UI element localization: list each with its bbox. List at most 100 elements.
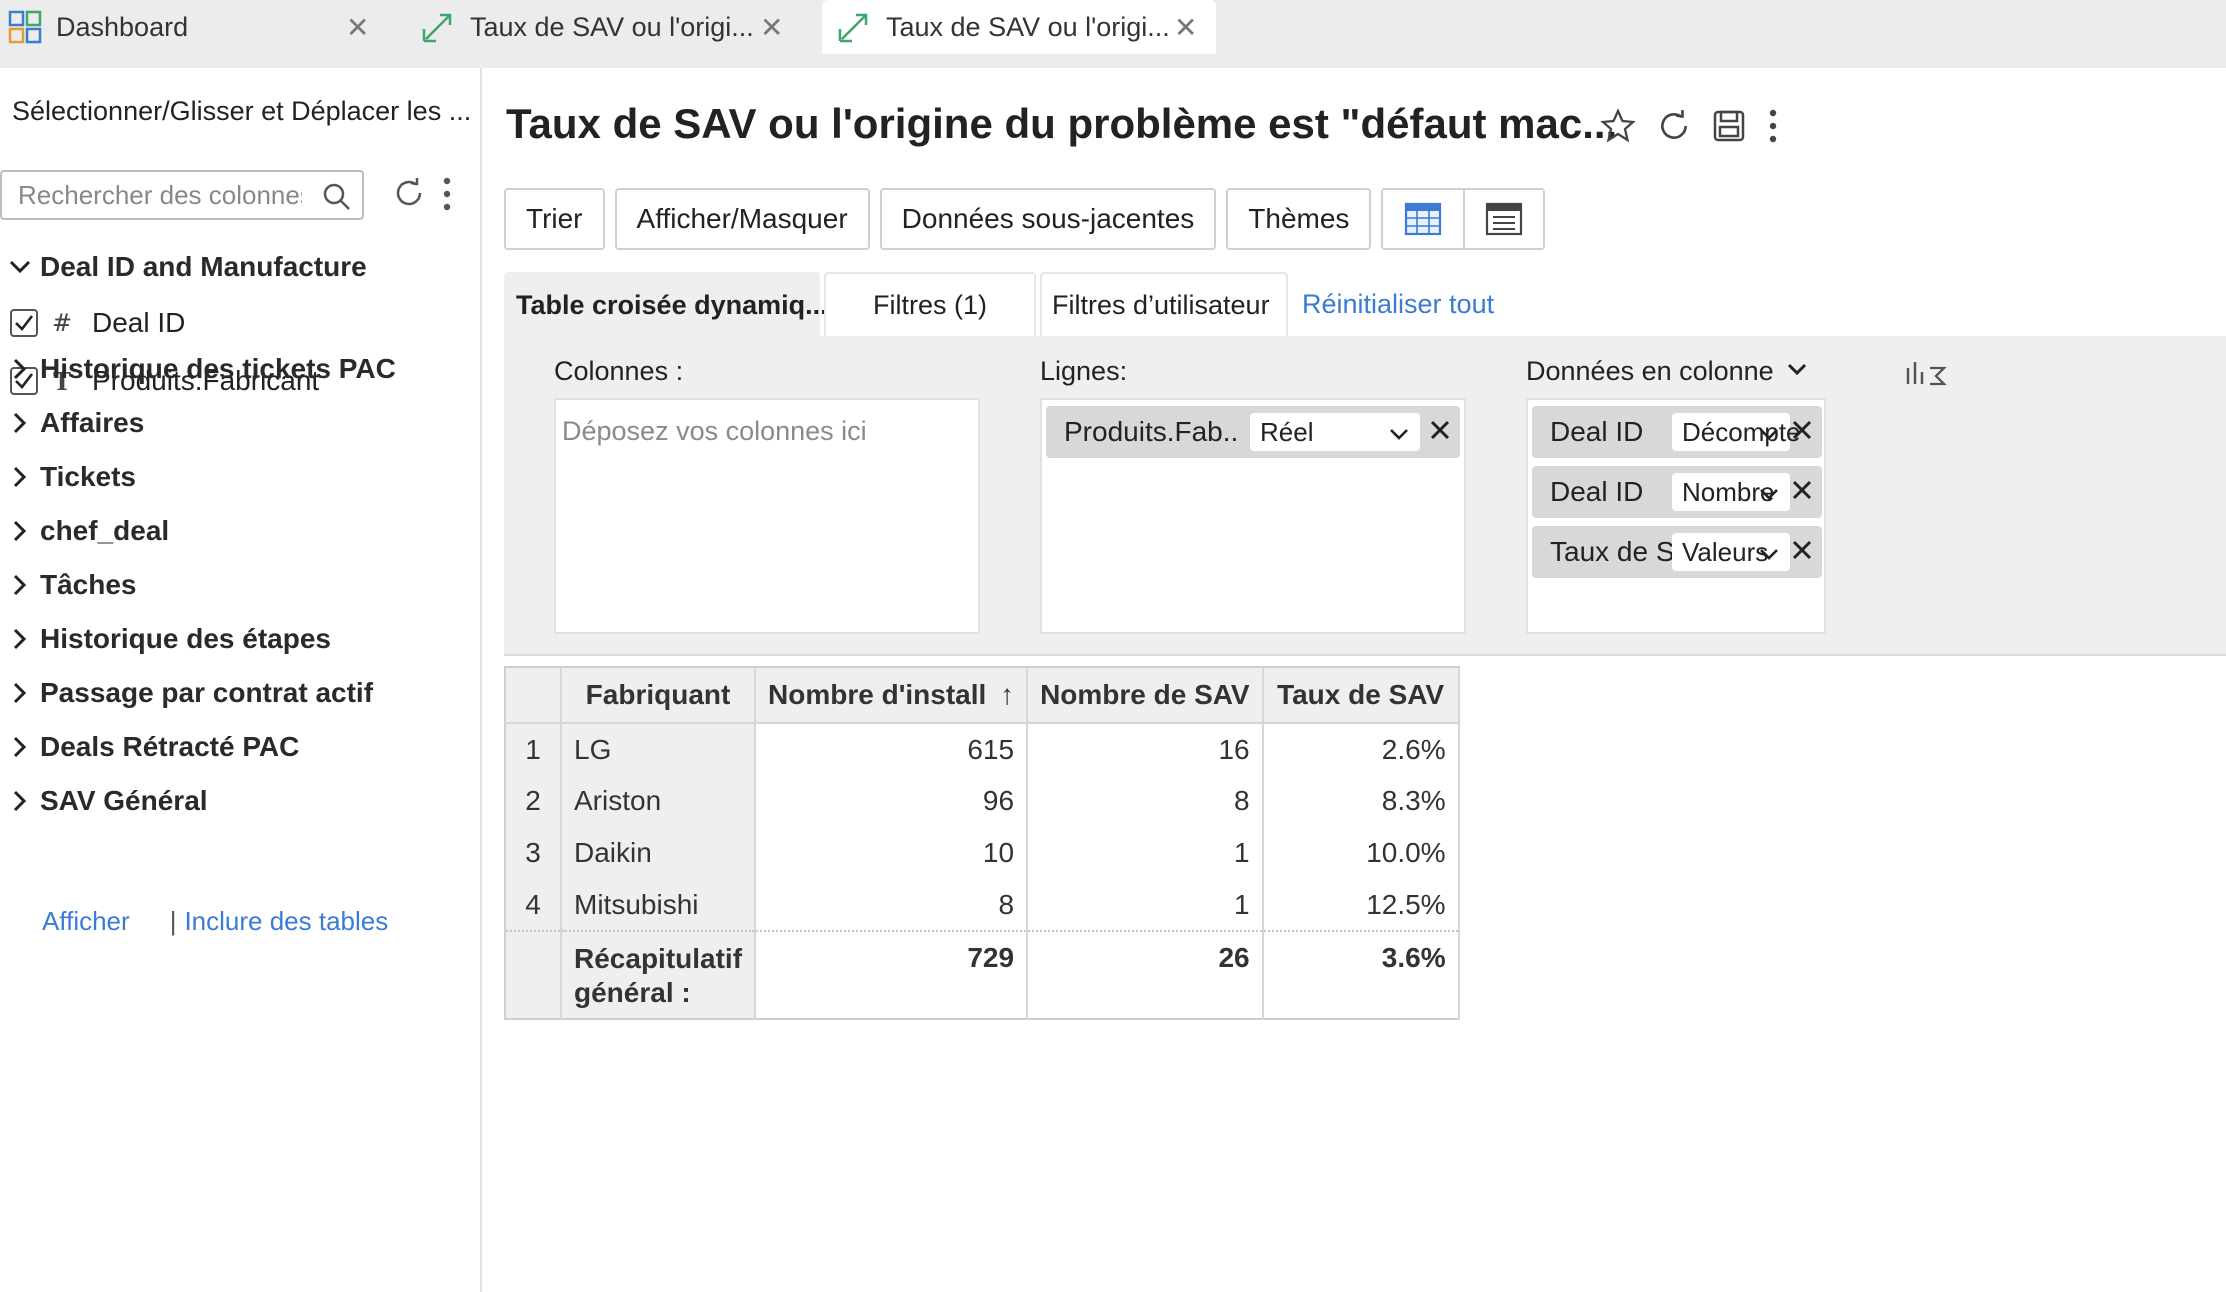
more-options-icon[interactable] [1766, 108, 1780, 149]
dashboard-icon [8, 10, 42, 44]
refresh-icon[interactable] [392, 176, 426, 215]
tree-group[interactable]: Affaires [0, 404, 144, 442]
sav-count-cell: 16 [1027, 723, 1264, 775]
tab-report-1[interactable]: Taux de SAV ou l'origi... ✕ [420, 0, 800, 54]
table-view-button[interactable] [1383, 190, 1464, 248]
tree-group[interactable]: Tâches [0, 566, 137, 604]
row-index: 1 [505, 723, 562, 775]
title-actions [1600, 108, 1780, 149]
editor-tabs: Table croisée dynamiq... Filtres (1) Fil… [504, 272, 1508, 336]
close-icon[interactable]: ✕ [760, 11, 783, 44]
search-icon[interactable] [322, 182, 352, 217]
aggregation-select[interactable]: Valeurs [1672, 533, 1790, 571]
rows-label: Lignes: [1040, 356, 1128, 386]
underlying-data-button[interactable]: Données sous-jacentes [879, 188, 1217, 250]
tree-group-deal-id-and-manufacture[interactable]: Deal ID and Manufacture [0, 248, 367, 286]
tree-group[interactable]: chef_deal [0, 512, 169, 550]
tree-group[interactable]: Historique des étapes [0, 620, 331, 658]
chevron-right-icon [0, 520, 40, 542]
remove-icon[interactable] [1790, 538, 1814, 567]
column-sidebar: Sélectionner/Glisser et Déplacer les ...… [0, 68, 482, 1292]
search-input[interactable] [2, 179, 302, 211]
summary-view-button[interactable] [1463, 190, 1544, 248]
tab-filters[interactable]: Filtres (1) [824, 272, 1036, 336]
rows-drop-zone[interactable]: Produits.Fab... Réel [1040, 398, 1466, 634]
grand-total-row: Récapitulatif général :729 26 3.6% [505, 930, 1460, 1019]
include-tables-link[interactable]: Inclure des tables [184, 906, 388, 937]
tree-group[interactable]: Passage par contrat actif [0, 674, 373, 712]
reset-all-link[interactable]: Réinitialiser tout [1292, 272, 1504, 336]
tree-group-label: Tickets [40, 461, 136, 492]
drop-placeholder: Déposez vos colonnes ici [562, 416, 867, 446]
close-icon[interactable]: ✕ [346, 11, 369, 44]
show-hide-button[interactable]: Afficher/Masquer [614, 188, 870, 250]
data-field-chip[interactable]: Deal ID Décompte [1532, 406, 1822, 458]
sav-rate-total: 3.6% [1262, 930, 1460, 1019]
tree-group[interactable]: Tickets [0, 458, 136, 496]
remove-icon[interactable] [1428, 418, 1452, 447]
table-row: 4 Mitsubishi 8 1 12.5% [505, 879, 1460, 931]
link-separator: | [169, 906, 177, 936]
table-row: 1 LG 615 16 2.6% [505, 723, 1460, 775]
header-sav-rate[interactable]: Taux de SAV [1262, 667, 1460, 724]
sav-count-cell: 8 [1027, 775, 1264, 827]
close-icon[interactable]: ✕ [1174, 11, 1197, 44]
tab-label: Taux de SAV ou l'origi... [470, 11, 754, 42]
header-manufacturer[interactable]: Fabriquant [561, 667, 757, 724]
tree-group[interactable]: SAV Général [0, 782, 208, 820]
chevron-right-icon [0, 790, 40, 812]
show-link[interactable]: Afficher [42, 906, 130, 937]
pivot-result-table: Fabriquant Nombre d'install ↑ Nombre de … [504, 666, 1460, 1020]
number-type-icon: # [51, 309, 73, 337]
tree-group-label: chef_deal [40, 515, 170, 546]
remove-icon[interactable] [1790, 418, 1814, 447]
checkbox[interactable] [10, 309, 38, 337]
row-field-chip[interactable]: Produits.Fab... Réel [1046, 406, 1460, 458]
aggregation-select[interactable]: Décompte [1672, 413, 1801, 452]
aggregation-value: Valeurs [1682, 536, 1769, 567]
tab-report-2[interactable]: Taux de SAV ou l'origi... ✕ [822, 0, 1216, 54]
aggregation-select[interactable]: Réel [1250, 413, 1420, 451]
tree-group-label: Historique des étapes [40, 623, 331, 654]
summary-view-icon [1486, 202, 1523, 236]
more-options-icon[interactable] [440, 176, 454, 217]
tree-group-label: Affaires [40, 407, 145, 438]
sidebar-header: Sélectionner/Glisser et Déplacer les ... [12, 96, 472, 126]
chart-link-icon [836, 9, 872, 45]
tab-dashboard[interactable]: Dashboard ✕ [8, 0, 378, 54]
tab-user-filters[interactable]: Filtres d’utilisateur [1040, 272, 1288, 336]
star-icon[interactable] [1600, 108, 1636, 149]
columns-drop-zone[interactable]: Déposez vos colonnes ici [554, 398, 980, 634]
tree-group-label: SAV Général [40, 785, 208, 816]
view-mode-toggle [1381, 188, 1546, 250]
column-item-deal-id[interactable]: # Deal ID [10, 304, 185, 342]
corner-cell [505, 667, 562, 724]
save-icon[interactable] [1712, 109, 1746, 148]
chevron-right-icon [0, 412, 40, 434]
themes-button[interactable]: Thèmes [1226, 188, 1372, 250]
columns-zone-label: Colonnes : [554, 356, 683, 387]
chevron-down-icon [1786, 356, 1808, 387]
data-zone-label[interactable]: Données en colonne [1526, 356, 1808, 387]
remove-icon[interactable] [1790, 478, 1814, 507]
chevron-down-icon [1758, 421, 1780, 452]
manufacturer-cell: Daikin [561, 827, 757, 879]
aggregation-select[interactable]: Nombre [1672, 473, 1790, 511]
row-index: 3 [505, 827, 562, 879]
chevron-down-icon [0, 260, 40, 274]
installs-total: 729 [755, 930, 1029, 1019]
refresh-icon[interactable] [1656, 108, 1692, 149]
data-drop-zone[interactable]: Deal ID Décompte Deal ID Nombre Taux de SAV … [1526, 398, 1826, 634]
data-field-chip[interactable]: Taux de SAV ... Valeurs [1532, 526, 1822, 578]
tree-group[interactable]: Historique des tickets PAC [0, 350, 396, 388]
header-sav-count[interactable]: Nombre de SAV [1027, 667, 1264, 724]
header-installs[interactable]: Nombre d'install ↑ [755, 667, 1029, 724]
columns-label: Colonnes : [554, 356, 684, 386]
data-field-chip[interactable]: Deal ID Nombre [1532, 466, 1822, 518]
chart-settings-icon[interactable] [1904, 354, 1948, 395]
sort-button[interactable]: Trier [504, 188, 605, 250]
tree-group[interactable]: Deals Rétracté PAC [0, 728, 299, 766]
sav-rate-cell: 10.0% [1262, 827, 1460, 879]
header-label: Nombre d'install [768, 679, 987, 710]
tab-pivot-table[interactable]: Table croisée dynamiq... [504, 272, 828, 336]
